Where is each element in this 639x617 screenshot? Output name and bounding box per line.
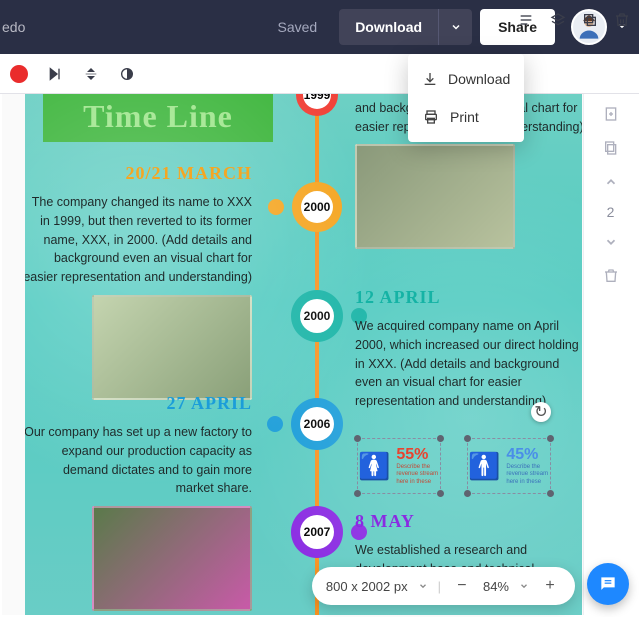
section-body: We acquired company name on April 2000, … (355, 317, 582, 411)
dropdown-item-print[interactable]: Print (408, 98, 524, 136)
canvas-area[interactable]: Time Line 1999 2000 2000 2006 2007 (2, 94, 583, 615)
section-heading: 20/21 MARCH (25, 160, 252, 187)
image-placeholder[interactable] (92, 295, 252, 400)
zoom-out-button[interactable]: − (451, 575, 473, 597)
flip-vertical-icon[interactable] (82, 65, 100, 83)
chevron-down-icon[interactable] (418, 581, 428, 591)
rotate-handle[interactable]: ↻ (531, 402, 551, 422)
print-icon (422, 108, 440, 126)
year-label: 2006 (304, 417, 331, 431)
tool-bar (0, 54, 639, 94)
chat-fab[interactable] (587, 563, 629, 605)
download-icon (422, 70, 438, 88)
toolbar-right (517, 0, 631, 40)
duplicate-icon[interactable] (581, 11, 599, 29)
poster-title: Time Line (83, 98, 233, 135)
align-icon[interactable] (517, 11, 535, 29)
timeline-node-2007[interactable]: 2007 (291, 506, 343, 558)
timeline-node-2000a[interactable]: 2000 (292, 182, 342, 232)
timeline-node-2000b[interactable]: 2000 (291, 290, 343, 342)
stat-percent: 45% (506, 446, 550, 464)
download-caret-button[interactable] (438, 9, 472, 45)
page-up-icon[interactable] (599, 170, 623, 194)
page-down-icon[interactable] (599, 230, 623, 254)
poster-title-box[interactable]: Time Line (43, 94, 273, 142)
dropdown-item-download-label: Download (448, 71, 510, 87)
section-body: The company changed its name to XXX in 1… (25, 193, 252, 287)
stat-box-55[interactable]: 🚺 55% Describe the revenue stream here i… (357, 438, 441, 494)
download-dropdown: Download Print (408, 54, 524, 142)
layers-icon[interactable] (549, 11, 567, 29)
timeline-spine (315, 94, 319, 615)
zoom-in-button[interactable]: + (539, 575, 561, 597)
chat-icon (598, 574, 618, 594)
section-heading: 8 MAY (355, 508, 582, 535)
chevron-down-icon[interactable] (519, 581, 529, 591)
download-button[interactable]: Download (339, 9, 438, 45)
contrast-icon[interactable] (118, 65, 136, 83)
brand-fragment: edo (2, 19, 25, 35)
copy-page-icon[interactable] (599, 136, 623, 160)
timeline-node-2006[interactable]: 2006 (291, 398, 343, 450)
add-page-icon[interactable] (599, 102, 623, 126)
stat-box-45[interactable]: 🚹 45% Describe the revenue stream here i… (467, 438, 551, 494)
canvas-dimensions[interactable]: 800 x 2002 px (326, 579, 408, 594)
section-body: Our company has set up a new factory to … (25, 423, 252, 498)
person-female-icon: 🚺 (358, 451, 390, 482)
stat-percent: 55% (396, 446, 440, 464)
section-heading: 12 APRIL (355, 284, 582, 311)
chevron-down-icon (450, 21, 462, 33)
stats-selection-group[interactable]: ↻ 🚺 55% Describe the revenue stream here… (357, 430, 575, 500)
section-2021march[interactable]: 20/21 MARCH The company changed its name… (25, 160, 252, 400)
section-heading: 27 APRIL (25, 390, 252, 417)
saved-status: Saved (277, 19, 317, 35)
year-label: 2000 (304, 309, 331, 323)
stat-sub: Describe the revenue stream here in thes… (396, 464, 440, 486)
separator: | (438, 579, 441, 594)
zoom-level[interactable]: 84% (483, 579, 509, 594)
skip-icon[interactable] (46, 65, 64, 83)
workspace: Time Line 1999 2000 2000 2006 2007 (2, 94, 637, 615)
download-button-group: Download (339, 9, 472, 45)
stat-sub: Describe the revenue stream here in thes… (506, 464, 550, 486)
zoom-bar: 800 x 2002 px | − 84% + (312, 567, 575, 605)
trash-icon[interactable] (613, 11, 631, 29)
right-rail: 2 (583, 94, 637, 615)
image-placeholder[interactable] (355, 144, 515, 249)
timeline-node-1999[interactable]: 1999 (296, 94, 338, 116)
page-number: 2 (607, 204, 615, 220)
section-12april[interactable]: 12 APRIL We acquired company name on Apr… (355, 284, 582, 411)
year-label: 2000 (304, 200, 331, 214)
year-label: 2007 (304, 525, 331, 539)
dropdown-item-print-label: Print (450, 109, 479, 125)
section-27april[interactable]: 27 APRIL Our company has set up a new fa… (25, 390, 252, 611)
year-label: 1999 (304, 94, 331, 102)
person-male-icon: 🚹 (468, 451, 500, 482)
trash-page-icon[interactable] (599, 264, 623, 288)
image-placeholder[interactable] (92, 506, 252, 611)
poster-document[interactable]: Time Line 1999 2000 2000 2006 2007 (25, 94, 582, 615)
dropdown-item-download[interactable]: Download (408, 60, 524, 98)
record-icon[interactable] (10, 65, 28, 83)
